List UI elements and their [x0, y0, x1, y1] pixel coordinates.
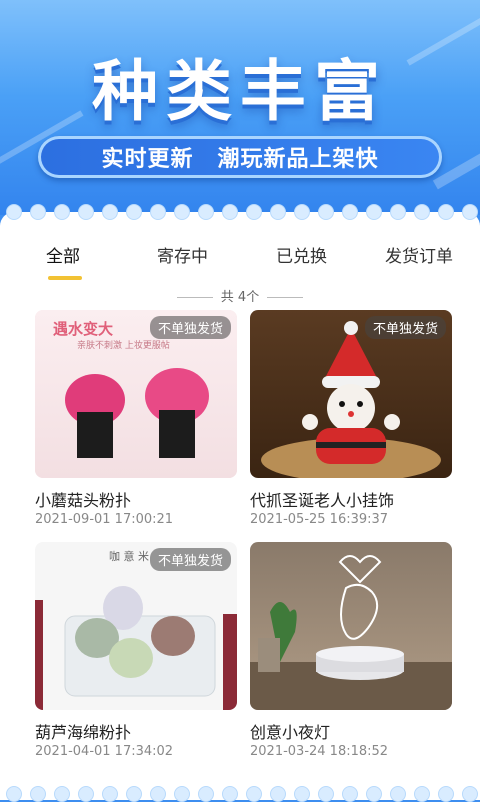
- no-separate-shipping-badge: 不单独发货: [364, 316, 446, 339]
- decorative-dot: [6, 204, 22, 220]
- tab-all[interactable]: 全部: [46, 242, 80, 267]
- tab-redeemed[interactable]: 已兑换: [276, 242, 327, 267]
- product-name: 葫芦海绵粉扑: [35, 723, 132, 742]
- product-date: 2021-05-25 16:39:37: [250, 512, 389, 527]
- card-dotted-edge: [0, 204, 480, 220]
- decorative-dot: [318, 204, 334, 220]
- product-name: 创意小夜灯: [250, 723, 331, 742]
- decorative-dot: [30, 204, 46, 220]
- product-image: 遇水变大 亲肤不刺激 上妆更服帖 不单独发货: [35, 310, 237, 478]
- divider-line: [267, 297, 304, 298]
- decorative-dot: [342, 204, 358, 220]
- decorative-dot: [438, 204, 454, 220]
- decorative-dot: [126, 204, 142, 220]
- decorative-dot: [294, 204, 310, 220]
- product-date: 2021-03-24 18:18:52: [250, 744, 389, 759]
- decorative-dot: [366, 204, 382, 220]
- active-tab-indicator: [48, 276, 82, 280]
- decorative-dot: [198, 204, 214, 220]
- promo-banner: 种类丰富 实时更新 潮玩新品上架快: [0, 0, 480, 215]
- product-image: 咖 意 米 不单独发货: [35, 542, 237, 710]
- decorative-dot: [78, 204, 94, 220]
- card-dotted-edge: [0, 786, 480, 802]
- decorative-dot: [414, 204, 430, 220]
- decorative-dot: [102, 204, 118, 220]
- banner-title: 种类丰富: [92, 53, 388, 130]
- decorative-dot: [174, 204, 190, 220]
- banner-slogan-right: 潮玩新品上架快: [217, 147, 379, 172]
- decorative-dot: [270, 204, 286, 220]
- banner-slogan: 实时更新 潮玩新品上架快: [38, 136, 442, 178]
- product-date: 2021-09-01 17:00:21: [35, 512, 174, 527]
- tab-bar: 全部 寄存中 已兑换 发货订单: [0, 228, 480, 280]
- divider-line: [176, 297, 213, 298]
- decorative-dot: [462, 204, 478, 220]
- item-count: 共 4个: [0, 286, 480, 305]
- tab-shipping-orders[interactable]: 发货订单: [385, 242, 453, 267]
- decorative-dot: [246, 204, 262, 220]
- product-image: [250, 542, 452, 710]
- decorative-dot: [390, 204, 406, 220]
- decorative-dot: [222, 204, 238, 220]
- decorative-dot: [54, 204, 70, 220]
- decorative-dot: [150, 204, 166, 220]
- product-name: 代抓圣诞老人小挂饰: [250, 491, 395, 510]
- item-count-label: 共 4个: [220, 290, 260, 305]
- product-date: 2021-04-01 17:34:02: [35, 744, 174, 759]
- night-light-illustration: [250, 555, 452, 710]
- product-name: 小蘑菇头粉扑: [35, 491, 132, 510]
- product-image: 不单独发货: [250, 310, 452, 478]
- tab-stored[interactable]: 寄存中: [157, 242, 208, 267]
- banner-slogan-left: 实时更新: [101, 147, 194, 172]
- no-separate-shipping-badge: 不单独发货: [149, 548, 231, 571]
- no-separate-shipping-badge: 不单独发货: [149, 316, 231, 339]
